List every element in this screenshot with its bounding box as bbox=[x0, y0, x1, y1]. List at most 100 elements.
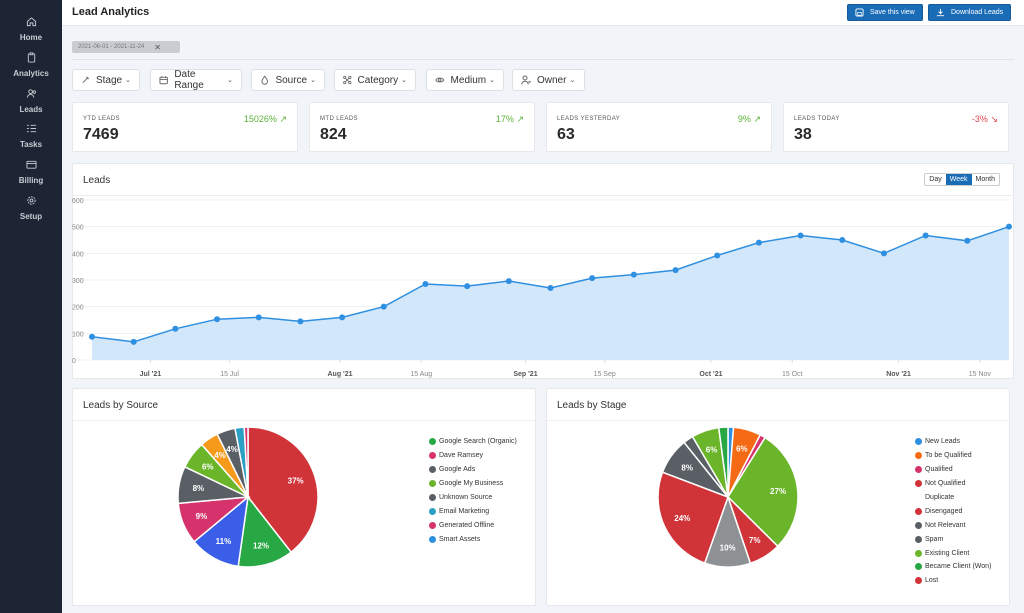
legend-label: Smart Assets bbox=[439, 535, 481, 543]
chevron-down-icon: ⌄ bbox=[401, 77, 407, 84]
data-point bbox=[672, 267, 679, 274]
data-point bbox=[589, 275, 596, 282]
download-leads-button[interactable]: Download Leads bbox=[928, 4, 1012, 21]
range-month-button[interactable]: Month bbox=[972, 174, 999, 185]
data-point bbox=[755, 239, 762, 246]
kpi-label: LEADS TODAY bbox=[794, 116, 840, 122]
legend-item[interactable]: Spam bbox=[915, 532, 991, 546]
legend-item[interactable]: Lost bbox=[915, 574, 991, 588]
legend-item[interactable]: New Leads bbox=[915, 435, 991, 449]
x-tick-label: Jul '21 bbox=[140, 371, 162, 378]
legend-item[interactable]: Google My Business bbox=[429, 477, 517, 491]
filter-stage[interactable]: Stage ⌄ bbox=[72, 69, 140, 91]
legend-item[interactable]: Dave Ramsey bbox=[429, 449, 517, 463]
pie-slice-label: 8% bbox=[681, 463, 693, 472]
source-chart-title: Leads by Source bbox=[83, 400, 159, 411]
legend-swatch bbox=[915, 452, 922, 460]
close-icon[interactable]: ✕ bbox=[154, 43, 161, 52]
legend-label: Existing Client bbox=[925, 549, 970, 557]
data-point bbox=[422, 281, 429, 287]
legend-swatch bbox=[915, 480, 922, 488]
kpi-value: 38 bbox=[794, 126, 812, 143]
filter-label: Owner bbox=[537, 74, 567, 86]
filter-date-range[interactable]: Date Range ⌄ bbox=[150, 69, 242, 91]
kpi-ytd-leads: YTD LEADS 7469 15026% ↗ bbox=[72, 102, 298, 152]
data-point bbox=[505, 278, 512, 285]
legend-swatch bbox=[429, 466, 436, 474]
sidebar: Home Analytics Leads Tasks Billing Setup bbox=[0, 0, 62, 613]
kpi-mtd-leads: MTD LEADS 824 17% ↗ bbox=[309, 102, 535, 152]
data-point bbox=[339, 314, 346, 321]
legend-item[interactable]: Email Marketing bbox=[429, 504, 517, 518]
sidebar-item-label: Analytics bbox=[13, 69, 49, 78]
stage-legend: New Leads To be Qualified Qualified Not Qua… bbox=[915, 435, 991, 588]
trend-up-icon: ↗ bbox=[279, 114, 287, 124]
legend-item[interactable]: Not Qualified bbox=[915, 477, 991, 491]
range-day-button[interactable]: Day bbox=[925, 174, 945, 185]
legend-item[interactable]: Existing Client bbox=[915, 546, 991, 560]
kpi-change-value: 15026% bbox=[243, 114, 277, 124]
save-view-button[interactable]: Save this view bbox=[847, 4, 923, 21]
x-tick-label: 15 Aug bbox=[410, 371, 432, 378]
legend-item[interactable]: Became Client (Won) bbox=[915, 560, 991, 574]
legend-item[interactable]: Duplicate bbox=[915, 491, 991, 505]
legend-item[interactable]: Not Relevant bbox=[915, 518, 991, 532]
legend-label: Qualified bbox=[925, 466, 953, 474]
x-tick-label: Oct '21 bbox=[699, 371, 722, 378]
range-week-button[interactable]: Week bbox=[945, 174, 972, 185]
filter-label: Date Range bbox=[174, 69, 204, 91]
filter-category[interactable]: Category ⌄ bbox=[334, 69, 416, 91]
legend-item[interactable]: Smart Assets bbox=[429, 532, 517, 546]
sidebar-item-leads[interactable]: Leads bbox=[0, 88, 62, 114]
wand-icon bbox=[82, 76, 89, 84]
legend-label: Google Ads bbox=[439, 466, 476, 474]
sidebar-item-tasks[interactable]: Tasks bbox=[0, 123, 62, 149]
legend-item[interactable]: Qualified bbox=[915, 463, 991, 477]
kpi-leads-yesterday: LEADS YESTERDAY 63 9% ↗ bbox=[546, 102, 772, 152]
trend-down-icon: ↘ bbox=[990, 114, 998, 124]
legend-item[interactable]: Google Ads bbox=[429, 463, 517, 477]
x-tick-label: Nov '21 bbox=[886, 371, 911, 378]
eye-icon bbox=[435, 77, 445, 83]
legend-swatch bbox=[915, 494, 922, 501]
gear-icon bbox=[26, 196, 36, 205]
x-tick-label: Aug '21 bbox=[327, 371, 352, 378]
x-tick-label: Sep '21 bbox=[513, 371, 537, 378]
filter-owner[interactable]: Owner ⌄ bbox=[512, 69, 585, 91]
legend-swatch bbox=[429, 494, 436, 501]
legend-swatch bbox=[915, 563, 922, 571]
data-point bbox=[797, 232, 804, 239]
sidebar-item-label: Tasks bbox=[19, 140, 43, 149]
kpi-label: LEADS YESTERDAY bbox=[557, 116, 621, 122]
sidebar-item-home[interactable]: Home bbox=[0, 16, 62, 42]
pie-slice-label: 8% bbox=[193, 484, 205, 493]
area-fill bbox=[92, 226, 1009, 360]
user-icon bbox=[521, 75, 531, 85]
leads-chart-title: Leads bbox=[83, 175, 111, 186]
legend-item[interactable]: To be Qualified bbox=[915, 449, 991, 463]
pie-slice-label: 6% bbox=[736, 445, 748, 454]
download-leads-label: Download Leads bbox=[951, 9, 1004, 16]
legend-swatch bbox=[429, 507, 436, 515]
pie-slice-label: 4% bbox=[214, 451, 226, 460]
sidebar-item-label: Setup bbox=[19, 212, 43, 221]
kpi-change-value: 9% bbox=[737, 114, 751, 124]
kpi-change-value: -3% bbox=[971, 114, 988, 124]
legend-item[interactable]: Generated Offline bbox=[429, 518, 517, 532]
legend-item[interactable]: Disengaged bbox=[915, 504, 991, 518]
data-point bbox=[922, 232, 929, 239]
filter-medium[interactable]: Medium ⌄ bbox=[426, 69, 504, 91]
sidebar-item-analytics[interactable]: Analytics bbox=[0, 52, 62, 78]
legend-item[interactable]: Unknown Source bbox=[429, 491, 517, 505]
sidebar-item-billing[interactable]: Billing bbox=[0, 159, 62, 185]
date-range-chip-label: 2021-06-01 - 2021-11-24 bbox=[78, 44, 145, 50]
sidebar-item-setup[interactable]: Setup bbox=[0, 195, 62, 221]
legend-item[interactable]: Google Search (Organic) bbox=[429, 435, 517, 449]
y-tick-label: 0 bbox=[72, 358, 76, 365]
billing-icon bbox=[25, 160, 37, 169]
filter-source[interactable]: Source ⌄ bbox=[251, 69, 325, 91]
legend-label: Duplicate bbox=[925, 494, 955, 501]
pie-slice-label: 12% bbox=[253, 542, 269, 551]
legend-swatch bbox=[915, 507, 922, 515]
download-icon bbox=[936, 8, 945, 17]
